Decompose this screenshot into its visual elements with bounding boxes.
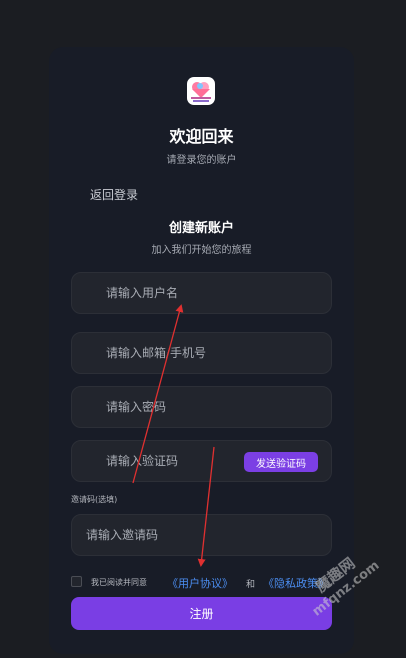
back-to-login-link[interactable]: 返回登录 — [90, 186, 138, 203]
agreement-and: 和 — [246, 580, 256, 590]
invite-code-input[interactable] — [72, 515, 331, 555]
invite-code-field-box — [71, 514, 332, 556]
password-field-box — [71, 386, 332, 428]
verification-code-field-box: 发送验证码 — [71, 440, 332, 482]
register-title: 创建新账户 — [168, 221, 234, 236]
agreement-row: 我已阅读并同意 《用户协议》 和 《隐私政策》 — [71, 575, 371, 591]
register-card: 欢迎回来 请登录您的账户 返回登录 创建新账户 加入我们开始您的旅程 发送验证码… — [49, 47, 354, 654]
user-agreement-link[interactable]: 《用户协议》 — [167, 575, 233, 591]
send-code-button[interactable]: 发送验证码 — [244, 452, 318, 472]
welcome-subtitle: 请登录您的账户 — [166, 155, 237, 166]
privacy-policy-link[interactable]: 《隐私政策》 — [263, 575, 329, 591]
contact-field-box — [71, 332, 332, 374]
app-logo-icon — [187, 77, 215, 105]
username-input[interactable] — [72, 273, 331, 313]
invite-code-label: 邀请码(选填) — [71, 495, 118, 504]
username-field-box — [71, 272, 332, 314]
welcome-title: 欢迎回来 — [169, 127, 234, 146]
email-phone-input[interactable] — [72, 333, 331, 373]
register-subtitle: 加入我们开始您的旅程 — [151, 245, 252, 256]
register-button[interactable]: 注册 — [71, 597, 332, 630]
password-input[interactable] — [72, 387, 331, 427]
agreement-checkbox[interactable] — [71, 576, 82, 587]
agreement-prefix: 我已阅读并同意 — [91, 578, 147, 587]
